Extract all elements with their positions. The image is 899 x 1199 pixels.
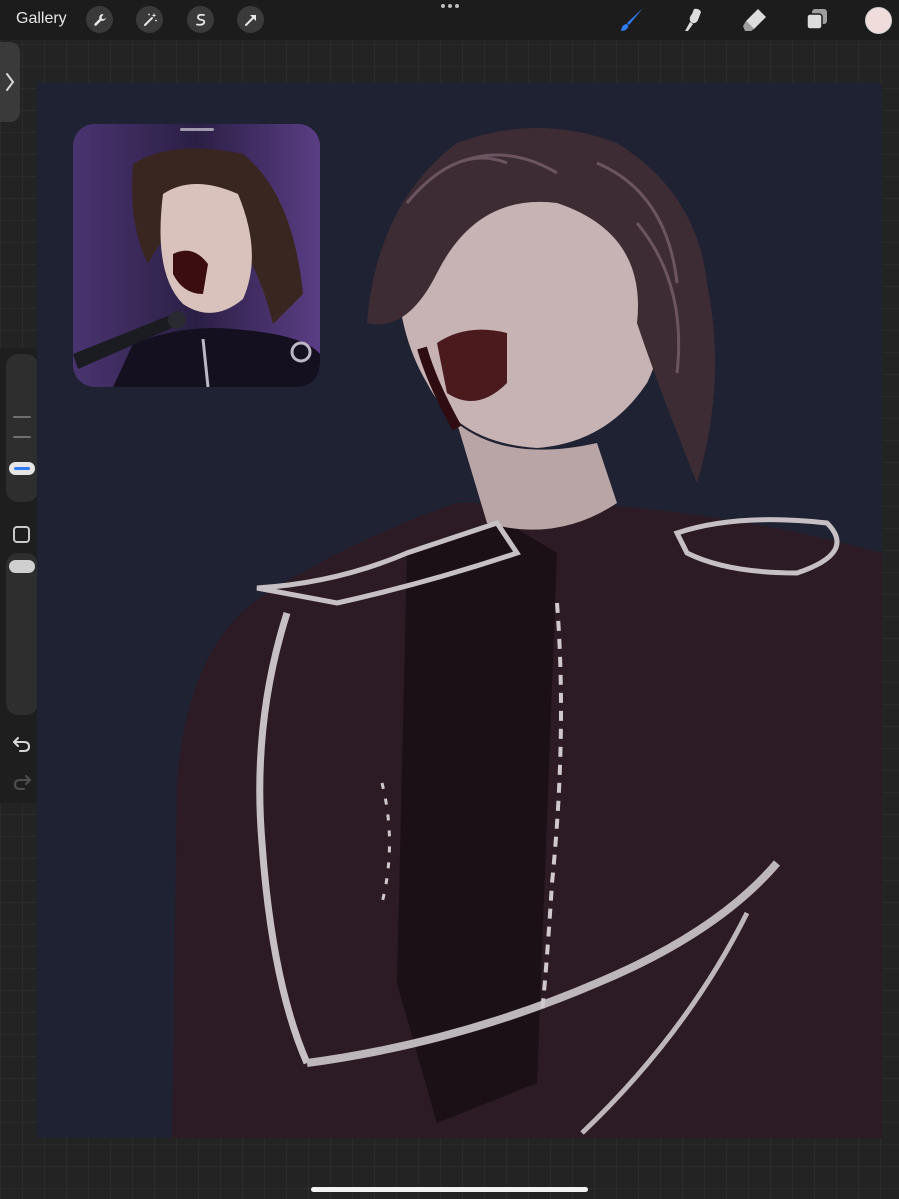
modify-button[interactable] <box>13 526 30 543</box>
transform-arrow-icon <box>244 14 256 26</box>
smudge-tool[interactable] <box>680 6 708 34</box>
transform-button[interactable] <box>237 6 264 33</box>
chevron-right-icon <box>6 73 15 91</box>
redo-button[interactable] <box>11 772 33 792</box>
opacity-slider[interactable] <box>6 553 38 715</box>
size-tick <box>13 436 31 438</box>
brush-size-handle[interactable] <box>9 462 35 475</box>
reference-drag-handle[interactable] <box>180 128 214 131</box>
selection-icon <box>195 13 205 26</box>
layers-tool[interactable] <box>803 6 831 34</box>
magic-wand-icon <box>143 12 157 26</box>
smudge-icon <box>685 8 701 31</box>
eraser-icon <box>743 9 766 31</box>
opacity-handle[interactable] <box>9 560 35 573</box>
home-indicator[interactable] <box>311 1187 588 1192</box>
reference-window[interactable] <box>73 124 320 387</box>
undo-icon <box>13 737 31 752</box>
more-options-icon[interactable] <box>439 4 461 14</box>
size-indicator <box>14 467 30 470</box>
redo-icon <box>13 775 31 790</box>
size-tick <box>13 416 31 418</box>
adjustments-button[interactable] <box>136 6 163 33</box>
wrench-icon <box>93 13 106 26</box>
brush-size-slider[interactable] <box>6 354 38 502</box>
reference-photo <box>73 124 320 387</box>
gallery-button[interactable]: Gallery <box>16 10 67 28</box>
eraser-tool[interactable] <box>741 6 769 34</box>
brush-tool[interactable] <box>618 6 646 34</box>
sidebar-toggle[interactable] <box>0 42 20 122</box>
layers-icon <box>806 9 827 30</box>
selection-button[interactable] <box>187 6 214 33</box>
top-toolbar: Gallery <box>0 0 899 40</box>
brush-icon <box>621 8 643 31</box>
actions-button[interactable] <box>86 6 113 33</box>
undo-button[interactable] <box>11 734 33 754</box>
color-picker-button[interactable] <box>865 7 892 34</box>
